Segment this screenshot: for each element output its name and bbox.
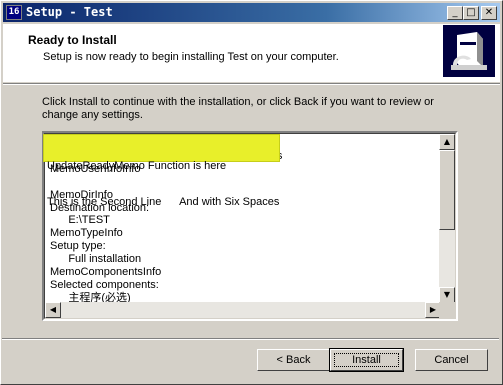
memo-line: Selected components: — [50, 278, 159, 291]
ready-instructions: Click Install to continue with the insta… — [42, 96, 434, 121]
memo-line: Full installation — [50, 253, 142, 266]
highlight-line-1: UpdateReadyMemo Function is here — [47, 160, 227, 172]
memo-highlight: UpdateReadyMemo Function is here This is… — [44, 135, 279, 208]
footer-separator — [2, 338, 499, 340]
scroll-down-arrow-icon[interactable]: ▼ — [439, 287, 455, 303]
maximize-button[interactable]: □ — [463, 6, 479, 20]
scroll-left-arrow-icon[interactable]: ◀ — [45, 302, 61, 318]
minimize-button[interactable]: _ — [447, 6, 463, 20]
highlight-line-2: This is the Second Line And with Six Spa… — [47, 196, 280, 208]
page-title: Ready to Install — [28, 33, 117, 47]
wizard-logo-icon — [443, 25, 495, 77]
page-subtitle: Setup is now ready to begin installing T… — [43, 51, 339, 63]
close-button[interactable]: ✕ — [481, 6, 497, 20]
scroll-up-arrow-icon[interactable]: ▲ — [439, 134, 455, 150]
title-bar[interactable]: 16 Setup - Test _ □ ✕ — [3, 3, 500, 22]
window-title: Setup - Test — [26, 5, 113, 19]
scrollbar-corner — [439, 302, 455, 318]
vertical-scrollbar[interactable]: ▲ ▼ — [439, 134, 455, 303]
vertical-scroll-thumb[interactable] — [439, 150, 455, 230]
install-button[interactable]: Install — [329, 348, 404, 372]
header-separator — [3, 83, 500, 85]
cancel-button[interactable]: Cancel — [415, 349, 488, 371]
wizard-header: Ready to Install Setup is now ready to b… — [3, 24, 500, 82]
app-icon: 16 — [6, 5, 22, 20]
horizontal-scrollbar[interactable]: ◀ ▶ — [45, 302, 441, 318]
memo-line: Setup type: — [50, 240, 106, 253]
memo-line: MemoComponentsInfo — [50, 266, 162, 279]
back-button[interactable]: < Back — [257, 349, 330, 371]
